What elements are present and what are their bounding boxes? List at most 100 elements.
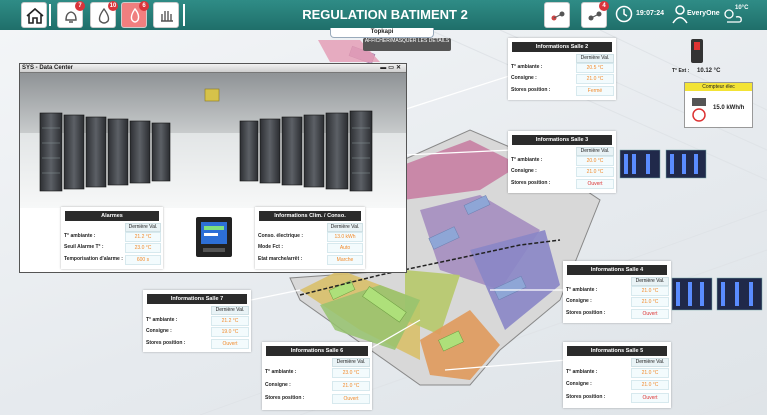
meter-title: Compteur élec xyxy=(685,83,752,91)
column-header: Dernière Val. xyxy=(211,306,249,315)
salle-row-value: Ouvert xyxy=(576,179,614,189)
window-title: SYS - Data Center ▬▭✕ xyxy=(20,64,406,73)
home-icon xyxy=(26,7,44,24)
column-header: Dernière Val. xyxy=(631,277,669,286)
outdoor-label: T° Ext : xyxy=(672,68,690,74)
salle-title: Informations Salle 7 xyxy=(147,294,247,304)
weather-temp: 10°C xyxy=(735,5,749,11)
clim-row-value: Auto xyxy=(327,243,363,253)
salle-2-card[interactable]: Informations Salle 2 Dernière Val. T° am… xyxy=(508,38,616,100)
clim-row-value: 13.0 kWh xyxy=(327,232,363,242)
salle-7-card[interactable]: Informations Salle 7 Dernière Val. T° am… xyxy=(143,290,251,352)
salle-row-value: Ouvert xyxy=(211,339,249,349)
intervention-button[interactable] xyxy=(153,2,179,28)
salle-title: Informations Salle 3 xyxy=(512,135,612,145)
salle-title: Informations Salle 4 xyxy=(567,265,667,275)
user-name[interactable]: EveryOne xyxy=(687,10,720,17)
meter-value: 15.0 kWh/h xyxy=(713,105,745,111)
alarms-row-value: 600 s xyxy=(125,255,161,265)
toggle-details-button[interactable]: AFFICHER/MASQUER LES DETAILS xyxy=(363,38,451,51)
outdoor-value: 10.12 °C xyxy=(697,68,721,74)
page-title: REGULATION BATIMENT 2 xyxy=(302,7,468,22)
salle-row-label: Stores position : xyxy=(265,395,305,401)
salle-row-label: Consigne : xyxy=(146,328,172,334)
water-badge: 10 xyxy=(108,1,118,11)
salle-5-card[interactable]: Informations Salle 5 Dernière Val. T° am… xyxy=(563,342,671,408)
data-center-window[interactable]: SYS - Data Center ▬▭✕ Alarmes Dernière V… xyxy=(19,63,407,273)
salle-row-label: T° ambiante : xyxy=(566,369,598,375)
clim-row-value: Marche xyxy=(327,255,363,265)
fire-alarm-button[interactable]: 6 xyxy=(121,1,149,28)
alarms-row-label: Seuil Alarme T° : xyxy=(64,244,104,250)
salle-row-value: 21.0 °C xyxy=(631,368,669,378)
salle-title: Informations Salle 6 xyxy=(266,346,368,356)
clim-row-label: Etat marche/arrêt : xyxy=(258,256,303,262)
alarms-row-value: 23.0 °C xyxy=(125,243,161,253)
salle-row-label: Consigne : xyxy=(265,382,291,388)
clock-icon xyxy=(615,5,633,23)
salle-row-value: 21.0 °C xyxy=(332,381,370,391)
alarms-row-label: Temporisation d'alarme : xyxy=(64,256,123,262)
salle-row-label: Consigne : xyxy=(511,168,537,174)
event-badge: 4 xyxy=(599,1,609,11)
clim-row-label: Conso. électrique : xyxy=(258,233,304,239)
maximize-icon[interactable]: ▭ xyxy=(388,65,396,71)
thermometer-device-icon xyxy=(691,39,703,63)
salle-row-label: Stores position : xyxy=(511,180,551,186)
user-icon xyxy=(672,5,688,24)
alarm-button[interactable]: 7 xyxy=(57,1,85,28)
column-header: Dernière Val. xyxy=(631,358,669,367)
salle-row-label: Consigne : xyxy=(566,298,592,304)
window-title-text: SYS - Data Center xyxy=(22,65,74,71)
salle-row-label: Consigne : xyxy=(566,381,592,387)
clim-title: Informations Clim. / Conso. xyxy=(259,211,361,221)
clock-time: 19:07:24 xyxy=(636,10,665,17)
salle-title: Informations Salle 2 xyxy=(512,42,612,52)
salle-4-card[interactable]: Informations Salle 4 Dernière Val. T° am… xyxy=(563,261,671,323)
meter-panel[interactable]: Compteur élec 15.0 kWh/h xyxy=(684,82,753,128)
column-header: Dernière Val. xyxy=(332,358,370,367)
alarms-card: Alarmes Dernière Val. T° ambiante : 21.2… xyxy=(61,207,163,269)
salle-row-label: Consigne : xyxy=(511,75,537,81)
power-meter-device-icon xyxy=(196,217,232,257)
column-header: Dernière Val. xyxy=(576,54,614,63)
clim-card: Informations Clim. / Conso. Dernière Val… xyxy=(255,207,365,269)
meter-icon xyxy=(692,98,706,122)
salle-row-label: T° ambiante : xyxy=(265,369,297,375)
top-bar: 7 10 6 REGULATION BATIMENT 2 4 19:07:24 … xyxy=(0,0,767,30)
salle-row-label: T° ambiante : xyxy=(566,287,598,293)
salle-row-label: T° ambiante : xyxy=(511,64,543,70)
home-button[interactable] xyxy=(21,2,47,28)
salle-row-value: 21.0 °C xyxy=(576,74,614,84)
water-alarm-button[interactable]: 10 xyxy=(90,1,118,28)
salle-row-value: 21.0 °C xyxy=(576,167,614,177)
salle-row-value: 21.0 °C xyxy=(631,297,669,307)
salle-6-card[interactable]: Informations Salle 6 Dernière Val. T° am… xyxy=(262,342,372,410)
data-center-scene xyxy=(20,73,406,208)
event-button[interactable]: 4 xyxy=(581,1,609,28)
column-header: Dernière Val. xyxy=(125,223,161,232)
salle-row-value: 20.5 °C xyxy=(576,63,614,73)
separator xyxy=(183,4,185,26)
salle-row-value: 19.0 °C xyxy=(211,327,249,337)
network-button[interactable] xyxy=(544,2,570,28)
fire-badge: 6 xyxy=(139,1,149,11)
salle-row-value: 21.0 °C xyxy=(631,286,669,296)
salle-row-label: Stores position : xyxy=(146,340,186,346)
salle-row-value: Fermé xyxy=(576,86,614,96)
salle-row-value: 20.0 °C xyxy=(576,156,614,166)
column-header: Dernière Val. xyxy=(327,223,363,232)
salle-row-label: T° ambiante : xyxy=(511,157,543,163)
salle-row-label: T° ambiante : xyxy=(146,317,178,323)
salle-row-value: Ouvert xyxy=(631,393,669,403)
salle-row-value: 21.0 °C xyxy=(631,380,669,390)
clim-row-label: Mode Fct : xyxy=(258,244,283,250)
salle-row-label: Stores position : xyxy=(511,87,551,93)
column-header: Dernière Val. xyxy=(576,147,614,156)
salle-3-card[interactable]: Informations Salle 3 Dernière Val. T° am… xyxy=(508,131,616,193)
tab-topkapi[interactable]: Topkapi xyxy=(330,28,434,38)
close-icon[interactable]: ✕ xyxy=(396,65,403,71)
hand-icon xyxy=(161,11,173,22)
alarms-title: Alarmes xyxy=(65,211,159,221)
salle-row-value: 21.2 °C xyxy=(211,316,249,326)
